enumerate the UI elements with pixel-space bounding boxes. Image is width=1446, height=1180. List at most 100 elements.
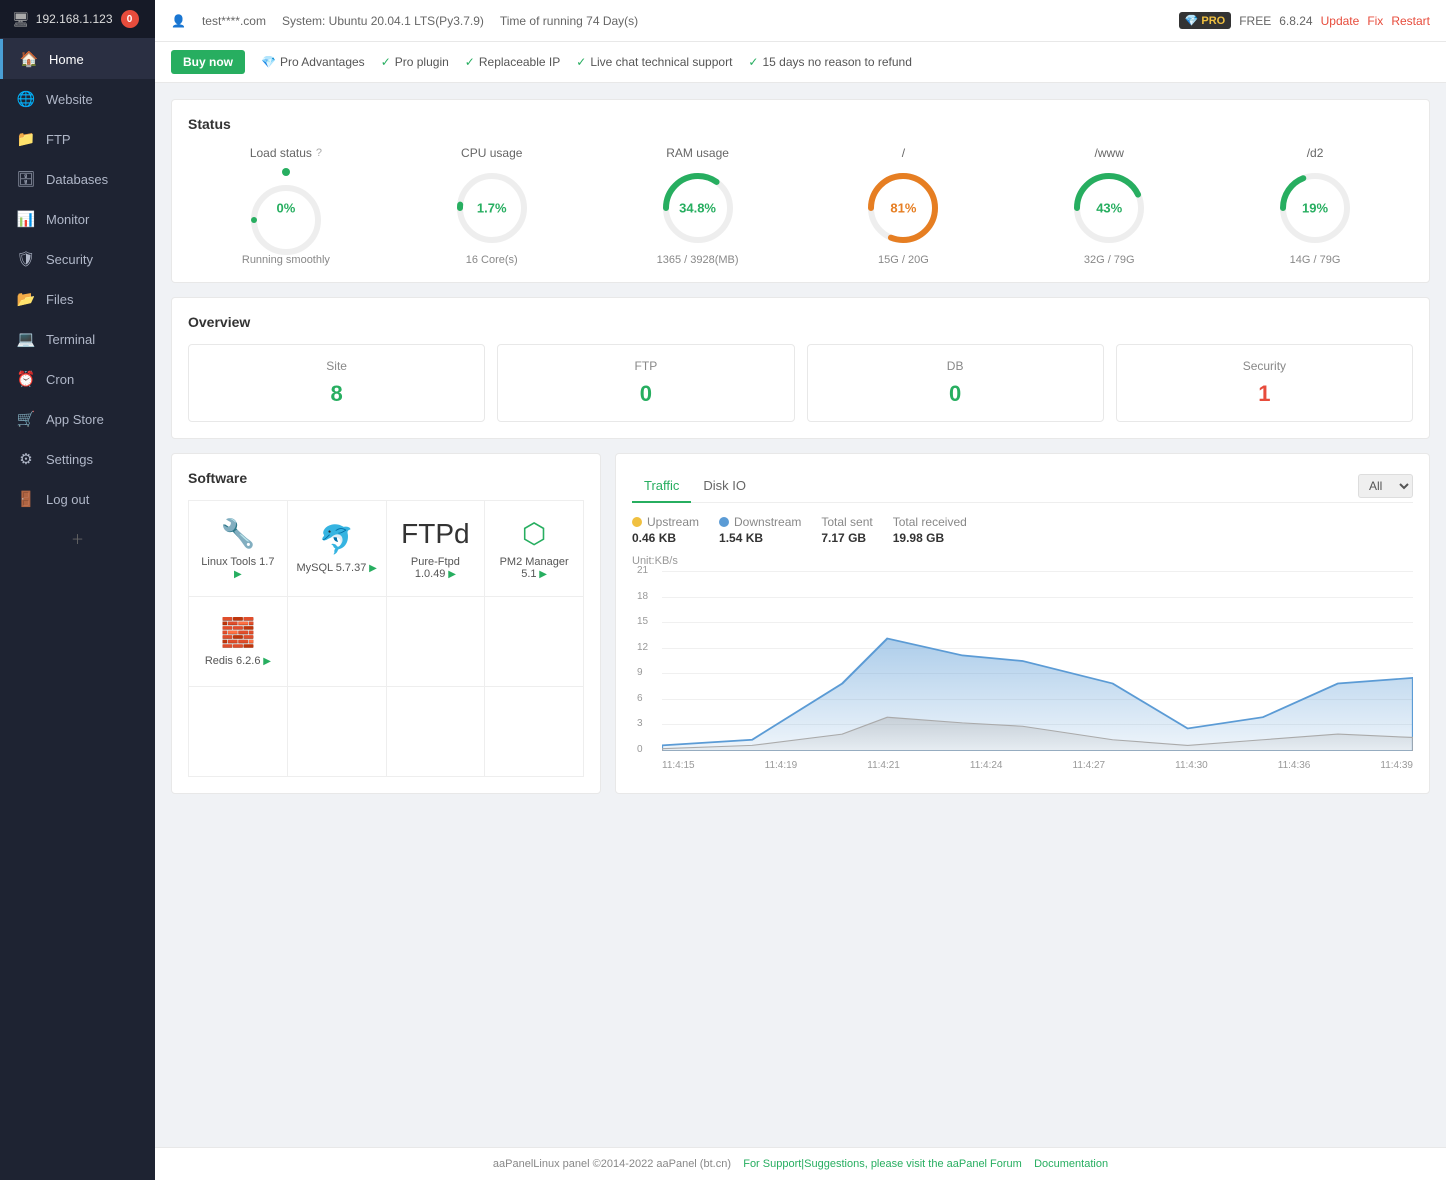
upstream-label: Upstream bbox=[647, 515, 699, 529]
software-item-mysql-5.7.37[interactable]: 🐬 MySQL 5.7.37 ▶ bbox=[288, 501, 387, 597]
update-link[interactable]: Update bbox=[1321, 14, 1360, 28]
buy-now-button[interactable]: Buy now bbox=[171, 50, 245, 74]
status-label-2: RAM usage bbox=[600, 146, 796, 160]
notification-badge: 0 bbox=[121, 10, 139, 28]
sidebar-label-website: Website bbox=[46, 92, 93, 107]
overview-item-site[interactable]: Site 8 bbox=[188, 344, 485, 422]
status-sub-5: 14G / 79G bbox=[1217, 254, 1413, 266]
overview-value-1: 0 bbox=[512, 381, 779, 407]
status-sub-3: 15G / 20G bbox=[805, 254, 1001, 266]
sidebar-label-settings: Settings bbox=[46, 452, 93, 467]
sidebar-item-databases[interactable]: 🗄Databases bbox=[0, 159, 155, 199]
sidebar-item-terminal[interactable]: 💻Terminal bbox=[0, 319, 155, 359]
overview-label-3: Security bbox=[1131, 359, 1398, 373]
sidebar-item-security[interactable]: 🛡Security bbox=[0, 239, 155, 279]
total-received-label: Total received bbox=[893, 515, 967, 529]
mysql-icon: 🐬 bbox=[319, 523, 354, 556]
main-content: 👤 test****.com System: Ubuntu 20.04.1 LT… bbox=[155, 0, 1446, 1180]
topbar: 👤 test****.com System: Ubuntu 20.04.1 LT… bbox=[155, 0, 1446, 42]
sidebar-label-logout: Log out bbox=[46, 492, 89, 507]
sidebar-header: 🖥 192.168.1.123 0 bbox=[0, 0, 155, 39]
runtime-label: Time of running bbox=[500, 14, 583, 28]
sidebar-item-settings[interactable]: ⚙Settings bbox=[0, 439, 155, 479]
footer-docs-link[interactable]: Documentation bbox=[1034, 1158, 1108, 1170]
arrow-icon-3: ▶ bbox=[537, 569, 547, 580]
tab-disk-io[interactable]: Disk IO bbox=[691, 470, 758, 503]
info-icon-${i}[interactable]: ? bbox=[316, 147, 322, 159]
status-label-4: /www bbox=[1011, 146, 1207, 160]
status-item-0: Load status ? 0% Running smoothly bbox=[188, 146, 384, 266]
diamond-icon: 💎 bbox=[261, 55, 276, 69]
topbar-left: 👤 test****.com System: Ubuntu 20.04.1 LT… bbox=[171, 14, 638, 28]
software-item-pure-ftpd-1.0.49[interactable]: FTPd Pure-Ftpd 1.0.49 ▶ bbox=[387, 501, 486, 597]
circle-value-4: 43% bbox=[1096, 201, 1122, 216]
total-received-stat: Total received 19.98 GB bbox=[893, 515, 967, 545]
software-item-linux-tools-1.7[interactable]: 🔧 Linux Tools 1.7 ▶ bbox=[189, 501, 288, 597]
runtime-value: 74 Day(s) bbox=[586, 14, 638, 28]
restart-link[interactable]: Restart bbox=[1391, 14, 1430, 28]
downstream-stat: Downstream 1.54 KB bbox=[719, 515, 801, 545]
runtime-info: Time of running 74 Day(s) bbox=[500, 14, 638, 28]
check-icon: ✓ bbox=[381, 55, 391, 69]
fix-link[interactable]: Fix bbox=[1367, 14, 1383, 28]
home-icon: 🏠 bbox=[19, 50, 39, 68]
software-item-redis-6.2.6[interactable]: 🧱 Redis 6.2.6 ▶ bbox=[189, 597, 288, 687]
sidebar: 🖥 192.168.1.123 0 🏠Home 🌐 Website 📁 FTP 🗄Data… bbox=[0, 0, 155, 1180]
status-item-4: /www 43% 32G / 79G bbox=[1011, 146, 1207, 266]
total-sent-stat: Total sent 7.17 GB bbox=[821, 515, 872, 545]
sidebar-label-ftp: FTP bbox=[46, 132, 71, 147]
arrow-icon-4: ▶ bbox=[260, 656, 270, 667]
overview-value-2: 0 bbox=[822, 381, 1089, 407]
overview-item-ftp[interactable]: FTP 0 bbox=[497, 344, 794, 422]
traffic-stats: Upstream 0.46 KB Downstream 1.54 KB Tota… bbox=[632, 515, 1413, 545]
software-name-4: Redis 6.2.6 ▶ bbox=[205, 655, 271, 667]
downstream-dot bbox=[719, 517, 729, 527]
sidebar-item-monitor[interactable]: 📊Monitor bbox=[0, 199, 155, 239]
software-item-pm2-manager-5.1[interactable]: ⬡ PM2 Manager 5.1 ▶ bbox=[485, 501, 584, 597]
overview-item-security[interactable]: Security 1 bbox=[1116, 344, 1413, 422]
software-empty-10 bbox=[387, 687, 486, 777]
tab-traffic[interactable]: Traffic bbox=[632, 470, 691, 503]
sidebar-item-home[interactable]: 🏠Home bbox=[0, 39, 155, 79]
sidebar-item-appstore[interactable]: 🛒App Store bbox=[0, 399, 155, 439]
add-button[interactable]: ＋ bbox=[0, 519, 155, 558]
footer: aaPanelLinux panel ©2014-2022 aaPanel (b… bbox=[155, 1147, 1446, 1180]
upstream-value: 0.46 KB bbox=[632, 531, 699, 545]
upstream-dot bbox=[632, 517, 642, 527]
overview-card: Overview Site 8 FTP 0 DB 0 Security 1 bbox=[171, 297, 1430, 439]
status-label-5: /d2 bbox=[1217, 146, 1413, 160]
circle-5: 19% bbox=[1275, 168, 1355, 248]
ftp-icon: 📁 bbox=[16, 130, 36, 148]
software-empty-8 bbox=[189, 687, 288, 777]
software-name-1: MySQL 5.7.37 ▶ bbox=[296, 562, 376, 574]
chart-svg bbox=[662, 571, 1413, 751]
sidebar-item-logout[interactable]: 🚪Log out bbox=[0, 479, 155, 519]
filter-select[interactable]: All 1h 6h 24h bbox=[1358, 474, 1413, 498]
server-name: 192.168.1.123 bbox=[36, 12, 113, 26]
system-info: System: Ubuntu 20.04.1 LTS(Py3.7.9) bbox=[282, 14, 484, 28]
overview-item-db[interactable]: DB 0 bbox=[807, 344, 1104, 422]
circle-value-0: 0% bbox=[277, 201, 296, 216]
user-icon: 👤 bbox=[171, 14, 186, 28]
software-empty-9 bbox=[288, 687, 387, 777]
software-grid: 🔧 Linux Tools 1.7 ▶ 🐬 MySQL 5.7.37 ▶ FTP… bbox=[188, 500, 584, 777]
status-sub-4: 32G / 79G bbox=[1011, 254, 1207, 266]
sidebar-item-files[interactable]: 📂Files bbox=[0, 279, 155, 319]
footer-support-link[interactable]: For Support|Suggestions, please visit th… bbox=[743, 1158, 1022, 1170]
traffic-chart: 21 18 15 12 9 6 3 0 bbox=[632, 571, 1413, 771]
pro-label: PRO bbox=[1201, 15, 1225, 27]
website-icon: 🌐 bbox=[16, 90, 36, 108]
sidebar-item-website[interactable]: 🌐 Website bbox=[0, 79, 155, 119]
bottom-row: Software 🔧 Linux Tools 1.7 ▶ 🐬 MySQL 5.7… bbox=[171, 453, 1430, 794]
status-label-1: CPU usage bbox=[394, 146, 590, 160]
software-name-2: Pure-Ftpd 1.0.49 ▶ bbox=[395, 556, 477, 580]
circle-value-3: 81% bbox=[890, 201, 916, 216]
overview-value-0: 8 bbox=[203, 381, 470, 407]
status-item-3: / 81% 15G / 20G bbox=[805, 146, 1001, 266]
sidebar-item-cron[interactable]: ⏰Cron bbox=[0, 359, 155, 399]
files-icon: 📂 bbox=[16, 290, 36, 308]
sidebar-item-ftp[interactable]: 📁 FTP bbox=[0, 119, 155, 159]
check-icon: ✓ bbox=[748, 55, 758, 69]
sidebar-label-monitor: Monitor bbox=[46, 212, 89, 227]
terminal-icon: 💻 bbox=[16, 330, 36, 348]
